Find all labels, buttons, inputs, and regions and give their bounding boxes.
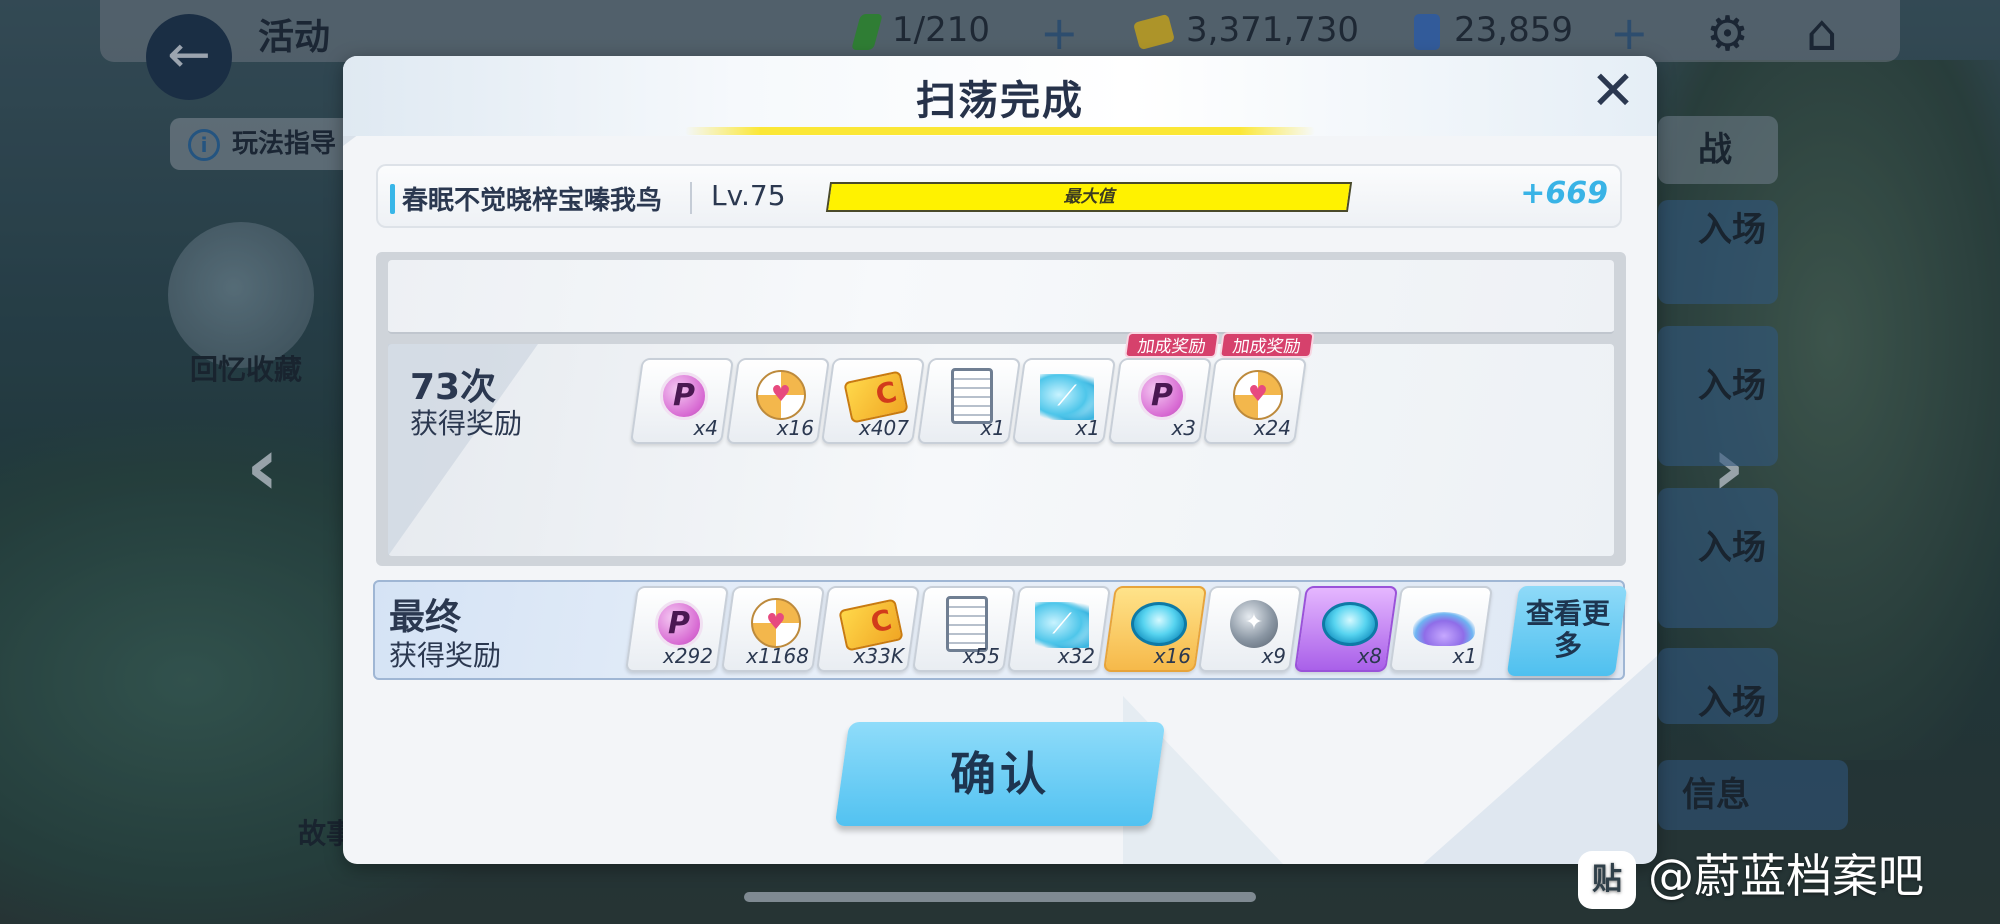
reward-item[interactable]: Px4 (629, 358, 735, 444)
reward-quantity: x33K (853, 644, 904, 668)
student-level: Lv.75 (711, 179, 786, 212)
p-coin-icon: P (1137, 372, 1186, 420)
reward-item[interactable]: Px292 (624, 586, 730, 672)
blue-bowl-icon (1130, 602, 1187, 646)
reward-item-inner: x8 (1302, 588, 1390, 670)
watermark: 贴 @蔚蓝档案吧 (1578, 840, 1924, 909)
reward-item-inner: Cx33K (824, 588, 912, 670)
reward-item-inner: x16 (1111, 588, 1199, 670)
final-title: 最终 (389, 597, 462, 638)
reward-quantity: x16 (776, 416, 814, 440)
reward-item-inner: ⟋ x1 (1020, 360, 1108, 442)
close-button[interactable]: ✕ (1587, 64, 1639, 118)
reward-quantity: x55 (962, 644, 1000, 668)
reward-quantity: x3 (1170, 416, 1196, 440)
confirm-button[interactable]: 确认 (834, 722, 1166, 826)
reward-item[interactable]: Cx407 (820, 358, 926, 444)
grey-orb-icon: ✦ (1230, 600, 1278, 648)
max-label: 最大值 (1063, 187, 1115, 207)
reward-item[interactable]: ⟋ x1 (1011, 358, 1117, 444)
reward-item[interactable]: ♥ x24 加成奖励 (1202, 332, 1315, 444)
reward-quantity: x1 (979, 416, 1005, 440)
reward-item[interactable]: x1 (1388, 586, 1494, 672)
reward-quantity: x16 (1153, 644, 1191, 668)
reward-item-inner: ✦ x9 (1206, 588, 1294, 670)
reward-item-inner: ♥ x1168 (729, 588, 817, 670)
reward-quantity: x1 (1075, 416, 1100, 440)
reward-item[interactable]: ⟋ x32 (1006, 586, 1112, 672)
view-more-button[interactable]: 查看更多 (1506, 586, 1628, 676)
reward-item[interactable]: x8 (1293, 586, 1398, 672)
home-indicator[interactable] (744, 892, 1256, 902)
reward-item-inner: ♥ x16 (734, 360, 822, 442)
sweep-reward-list[interactable]: 73次 获得奖励 Px4 ♥ x16 Cx407 x1 ⟋ x1 Px3 加成奖励 ♥ x24 加成奖… (376, 252, 1626, 566)
exp-gain: +669 (1520, 176, 1608, 211)
reward-item-inner: Px3 (1116, 360, 1204, 442)
crystal-shard-icon: ⟋ (1035, 602, 1089, 648)
crystal-shard-icon: ⟋ (1040, 374, 1094, 420)
bonus-reward-tag: 加成奖励 (1219, 332, 1315, 358)
view-more-label: 查看更多 (1525, 597, 1610, 662)
reward-item[interactable]: ♥ x1168 (720, 586, 825, 672)
reward-item-inner: ⟋ x32 (1015, 588, 1103, 670)
student-exp-bar: 春眠不觉晓梓宝嗪我鸟 Lv.75 最大值 +669 (376, 164, 1622, 228)
reward-item[interactable]: Px3 加成奖励 (1107, 332, 1220, 444)
final-rewards-panel: 最终 获得奖励 Px292 ♥ x1168 Cx33K x55 ⟋ x32 x16 ✦ x9 x8 x… (373, 580, 1628, 680)
reward-item-inner: Px292 (633, 588, 721, 670)
crystal-dust-icon (1413, 612, 1475, 646)
title-underline (685, 127, 1315, 135)
reward-quantity: x1 (1452, 644, 1477, 668)
student-name: 春眠不觉晓梓宝嗪我鸟 (402, 186, 663, 216)
reward-item[interactable]: x1 (916, 358, 1021, 444)
sweep-result-dialog: 扫荡完成 ✕ 春眠不觉晓梓宝嗪我鸟 Lv.75 最大值 +669 73次 获得奖… (343, 56, 1657, 864)
reward-item-inner: Cx407 (829, 360, 917, 442)
sweep-list-row (388, 260, 1614, 334)
accent-stripe (390, 184, 395, 214)
sweep-list-row: 73次 获得奖励 Px4 ♥ x16 Cx407 x1 ⟋ x1 Px3 加成奖励 ♥ x24 加成奖… (388, 332, 1614, 556)
reward-item-inner: x55 (920, 588, 1008, 670)
decor-triangle (1423, 656, 1657, 864)
dialog-title: 扫荡完成 (916, 78, 1084, 124)
bonus-reward-tag: 加成奖励 (1123, 332, 1220, 358)
beach-ball-icon: ♥ (750, 598, 801, 648)
reward-quantity: x292 (662, 644, 713, 668)
reward-item-inner: ♥ x24 (1211, 360, 1299, 442)
reward-item[interactable]: ✦ x9 (1197, 586, 1303, 672)
reward-item[interactable]: x55 (911, 586, 1016, 672)
reward-item-inner: Px4 (638, 360, 726, 442)
reward-quantity: x1168 (745, 644, 809, 668)
tieba-logo: 贴 (1578, 850, 1636, 909)
final-caption: 获得奖励 (389, 639, 502, 672)
reward-item-inner: x1 (925, 360, 1013, 442)
reward-quantity: x9 (1261, 644, 1286, 668)
reward-quantity: x4 (693, 416, 718, 440)
exp-progress-bar: 最大值 (825, 182, 1353, 212)
reward-quantity: x407 (858, 416, 909, 440)
reward-item[interactable]: Cx33K (815, 586, 921, 672)
reward-quantity: x8 (1356, 644, 1382, 668)
confirm-label: 确认 (950, 747, 1050, 801)
sweep-caption: 获得奖励 (410, 407, 523, 440)
reward-item[interactable]: x16 (1102, 586, 1207, 672)
beach-ball-icon: ♥ (1233, 370, 1283, 420)
reward-quantity: x32 (1057, 644, 1095, 668)
reward-item[interactable]: ♥ x16 (725, 358, 830, 444)
reward-quantity: x24 (1253, 416, 1291, 440)
beach-ball-icon: ♥ (755, 370, 806, 420)
reward-item-inner: x1 (1397, 588, 1485, 670)
blue-bowl-icon (1321, 602, 1378, 646)
watermark-text: @蔚蓝档案吧 (1648, 849, 1924, 903)
divider (690, 182, 692, 214)
p-coin-icon: P (660, 372, 708, 420)
p-coin-icon: P (655, 600, 703, 648)
